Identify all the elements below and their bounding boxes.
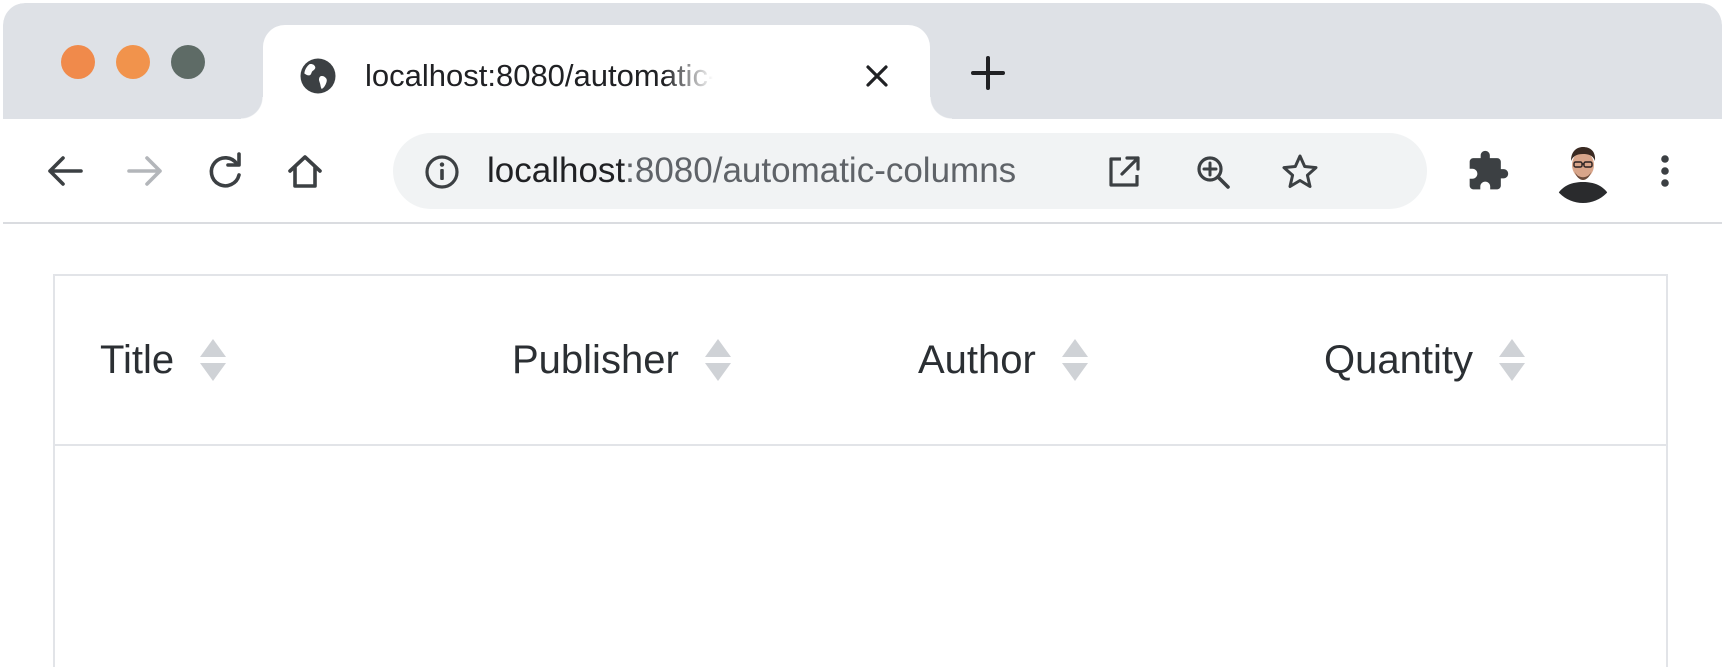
browser-window: localhost:8080/automatic-columns [3, 3, 1722, 667]
data-table: Title Publisher Author Quantity [53, 274, 1668, 667]
close-icon[interactable] [862, 61, 892, 91]
url-host: localhost [487, 151, 626, 190]
avatar[interactable] [1550, 137, 1616, 203]
tab-title: localhost:8080/automatic-columns [365, 58, 713, 93]
toolbar: localhost:8080/automatic-columns [3, 119, 1722, 224]
column-header-title[interactable]: Title [100, 332, 228, 388]
puzzle-icon[interactable] [1466, 149, 1510, 193]
arrow-left-icon[interactable] [43, 149, 87, 193]
address-bar[interactable]: localhost:8080/automatic-columns [393, 133, 1427, 209]
column-header-publisher[interactable]: Publisher [512, 332, 733, 388]
window-maximize-button[interactable] [171, 45, 205, 79]
sort-icon[interactable] [1060, 337, 1090, 383]
column-header-label: Quantity [1324, 337, 1473, 382]
url-path: :8080/automatic-columns [625, 151, 1017, 190]
home-icon[interactable] [283, 149, 327, 193]
url-text[interactable]: localhost:8080/automatic-columns [487, 149, 1016, 193]
globe-icon [297, 55, 339, 97]
window-close-button[interactable] [61, 45, 95, 79]
window-minimize-button[interactable] [116, 45, 150, 79]
sort-icon[interactable] [198, 337, 228, 383]
column-header-label: Title [100, 337, 175, 382]
column-header-author[interactable]: Author [918, 332, 1090, 388]
open-external-icon[interactable] [1105, 153, 1143, 191]
tab-strip: localhost:8080/automatic-columns [3, 3, 1722, 119]
star-icon[interactable] [1281, 153, 1319, 191]
plus-icon[interactable] [968, 53, 1008, 93]
sort-icon[interactable] [1497, 337, 1527, 383]
sort-icon[interactable] [703, 337, 733, 383]
info-icon[interactable] [423, 153, 461, 191]
kebab-menu-icon[interactable] [1643, 149, 1687, 193]
column-header-label: Publisher [512, 337, 679, 382]
page-content: Title Publisher Author Quantity [3, 224, 1722, 667]
table-header-row: Title Publisher Author Quantity [55, 276, 1666, 446]
column-header-quantity[interactable]: Quantity [1324, 332, 1527, 388]
column-header-label: Author [918, 337, 1036, 382]
zoom-in-icon[interactable] [1194, 153, 1232, 191]
tab-active[interactable]: localhost:8080/automatic-columns [241, 25, 952, 119]
arrow-right-icon[interactable] [123, 149, 167, 193]
reload-icon[interactable] [203, 149, 247, 193]
